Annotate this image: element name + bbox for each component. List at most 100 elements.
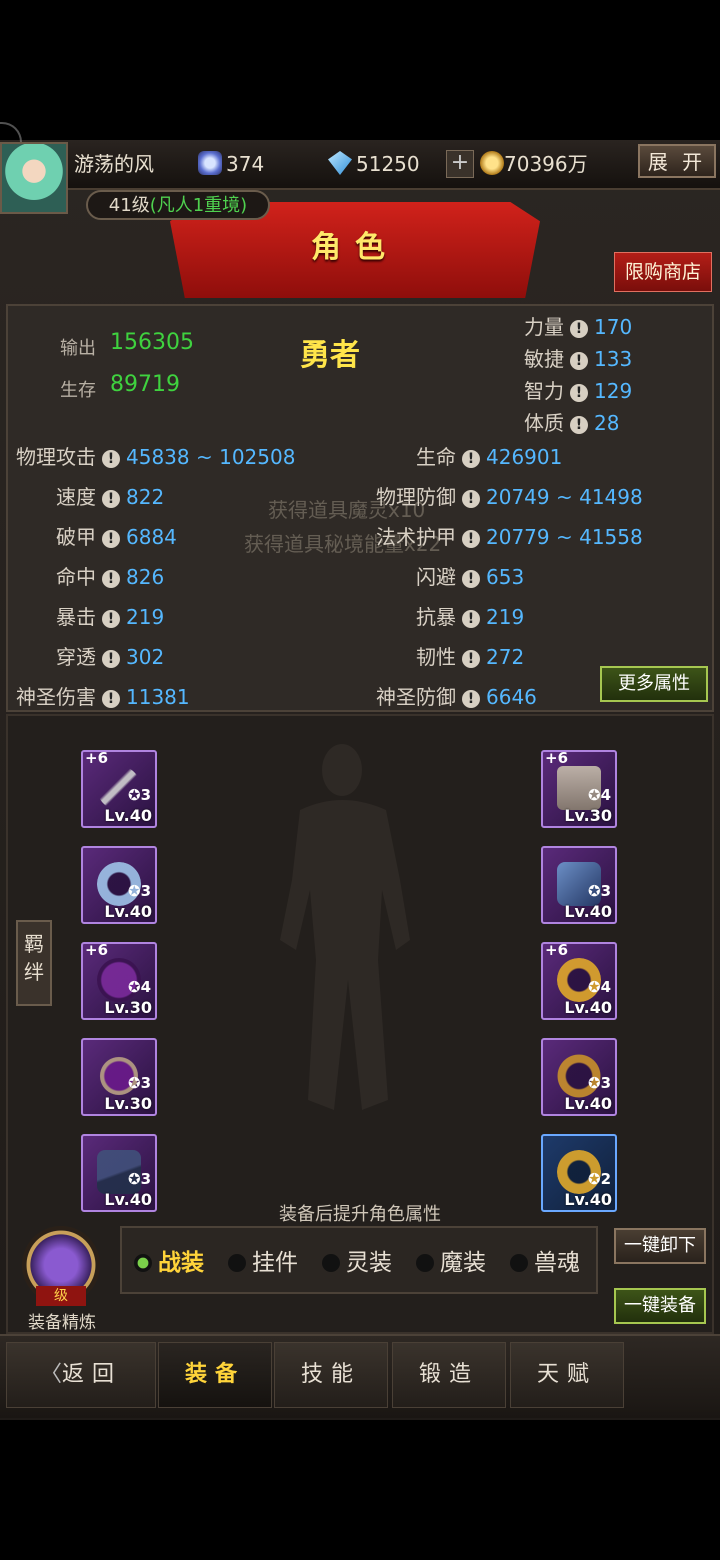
item-level: Lv.40 <box>564 1094 612 1113</box>
stat-label: 暴击 <box>56 605 96 629</box>
nav-tab-equipment[interactable]: 装备 <box>158 1342 272 1408</box>
stat-row: 穿透! 302 <box>56 644 336 670</box>
stat-row: 命中! 826 <box>56 564 336 590</box>
stat-label: 神圣伤害 <box>16 685 96 709</box>
radio-icon <box>416 1254 434 1272</box>
stat-value: 826 <box>126 565 165 589</box>
tab-pendant[interactable]: 挂件 <box>228 1248 298 1278</box>
info-icon[interactable]: ! <box>570 384 588 402</box>
stat-value: 11381 <box>126 685 190 709</box>
back-button[interactable]: 〈返回 <box>6 1342 156 1408</box>
stat-label: 物理防御 <box>376 485 456 509</box>
stat-row: 破甲! 6884 <box>56 524 336 550</box>
equipment-slot-armor[interactable]: +6 ✪4 Lv.30 <box>541 749 617 828</box>
nav-tab-skills[interactable]: 技能 <box>274 1342 388 1408</box>
item-level: Lv.40 <box>564 902 612 921</box>
enhance-level: +6 <box>85 749 109 767</box>
tab-label: 兽魂 <box>534 1250 580 1276</box>
equipment-slot-ring-1[interactable]: +6 ✪4 Lv.40 <box>541 941 617 1020</box>
attr-row: 力量! 170 <box>524 314 632 340</box>
radio-icon <box>510 1254 528 1272</box>
info-icon[interactable]: ! <box>102 570 120 588</box>
stat-row: 生命! 426901 <box>416 444 656 470</box>
info-icon[interactable]: ! <box>570 352 588 370</box>
nav-label: 返回 <box>62 1362 123 1387</box>
star-count: ✪3 <box>127 1074 151 1092</box>
info-icon[interactable]: ! <box>462 530 480 548</box>
stat-value: 45838 ~ 102508 <box>126 445 296 469</box>
refine-label: 装备精炼 <box>28 1313 96 1333</box>
equipment-slot-weapon[interactable]: +6 ✪3 Lv.40 <box>81 749 157 828</box>
unequip-all-button[interactable]: 一键卸下 <box>614 1228 706 1264</box>
tab-spirit-gear[interactable]: 灵装 <box>322 1248 392 1278</box>
nav-tab-talent[interactable]: 天赋 <box>510 1342 624 1408</box>
stat-value: 302 <box>126 645 165 669</box>
stat-label: 法术护甲 <box>376 525 456 549</box>
equipment-slot-ring-2[interactable]: ✪3 Lv.40 <box>541 1038 617 1116</box>
tab-beast-soul[interactable]: 兽魂 <box>510 1248 580 1278</box>
tab-battle-gear[interactable]: 战装 <box>134 1248 204 1278</box>
star-value: 2 <box>600 1170 611 1188</box>
info-icon[interactable]: ! <box>102 450 120 468</box>
nav-label: 装备 <box>184 1362 245 1387</box>
stat-value: 219 <box>486 605 525 629</box>
info-icon[interactable]: ! <box>570 416 588 434</box>
info-icon[interactable]: ! <box>462 450 480 468</box>
player-name: 游荡的风 <box>74 152 154 176</box>
info-icon[interactable]: ! <box>462 490 480 508</box>
stat-value: 426901 <box>486 445 563 469</box>
info-icon[interactable]: ! <box>102 490 120 508</box>
stat-label: 命中 <box>56 565 96 589</box>
stat-label: 抗暴 <box>416 605 456 629</box>
survive-value: 89719 <box>110 372 180 397</box>
level-pill: 41级(凡人1重境) <box>86 190 270 220</box>
star-count: ✪3 <box>127 882 151 900</box>
stat-row: 抗暴! 219 <box>416 604 656 630</box>
equip-all-button[interactable]: 一键装备 <box>614 1288 706 1324</box>
output-value: 156305 <box>110 330 194 355</box>
tab-magic-gear[interactable]: 魔装 <box>416 1248 486 1278</box>
equipment-slot-helmet[interactable]: ✪3 Lv.40 <box>81 846 157 924</box>
stat-label: 速度 <box>56 485 96 509</box>
info-icon[interactable]: ! <box>462 650 480 668</box>
nav-tab-forge[interactable]: 锻造 <box>392 1342 506 1408</box>
info-icon[interactable]: ! <box>102 650 120 668</box>
info-icon[interactable]: ! <box>102 530 120 548</box>
top-bar: 游荡的风 374 51250 + 70396万 展 开 <box>0 122 720 214</box>
attr-value: 28 <box>594 411 620 435</box>
info-icon[interactable]: ! <box>102 610 120 628</box>
info-icon[interactable]: ! <box>462 690 480 708</box>
attr-value: 133 <box>594 347 633 371</box>
recharge-plus-button[interactable]: + <box>446 150 474 178</box>
equipment-slot-belt[interactable]: ✪3 Lv.30 <box>81 1038 157 1116</box>
expand-button[interactable]: 展 开 <box>638 144 716 178</box>
crystal-count: 374 <box>226 152 265 176</box>
realm-text: (凡人1重境) <box>149 195 248 216</box>
character-silhouette <box>280 744 410 1110</box>
bond-button[interactable]: 羁绊 <box>16 920 52 1006</box>
diamond-count: 51250 <box>356 152 420 176</box>
equipment-slot-necklace[interactable]: +6 ✪4 Lv.30 <box>81 941 157 1020</box>
info-icon[interactable]: ! <box>570 320 588 338</box>
attr-value: 170 <box>594 315 633 339</box>
star-value: 4 <box>600 786 611 804</box>
avatar[interactable] <box>0 142 68 214</box>
attr-row: 体质! 28 <box>524 410 619 436</box>
info-icon[interactable]: ! <box>462 610 480 628</box>
stat-label: 闪避 <box>416 565 456 589</box>
item-level: Lv.40 <box>564 998 612 1017</box>
item-level: Lv.40 <box>104 902 152 921</box>
stat-value: 653 <box>486 565 525 589</box>
tab-label: 魔装 <box>440 1250 486 1276</box>
stat-value: 20779 ~ 41558 <box>486 525 643 549</box>
limited-shop-button[interactable]: 限购商店 <box>614 252 712 292</box>
star-value: 3 <box>140 1074 151 1092</box>
more-attributes-button[interactable]: 更多属性 <box>600 666 708 702</box>
star-count: ✪3 <box>127 786 151 804</box>
equipment-slot-gloves[interactable]: ✪3 Lv.40 <box>541 846 617 924</box>
info-icon[interactable]: ! <box>462 570 480 588</box>
class-name: 勇者 <box>300 338 360 373</box>
star-count: ✪4 <box>587 978 611 996</box>
star-value: 3 <box>600 882 611 900</box>
info-icon[interactable]: ! <box>102 690 120 708</box>
